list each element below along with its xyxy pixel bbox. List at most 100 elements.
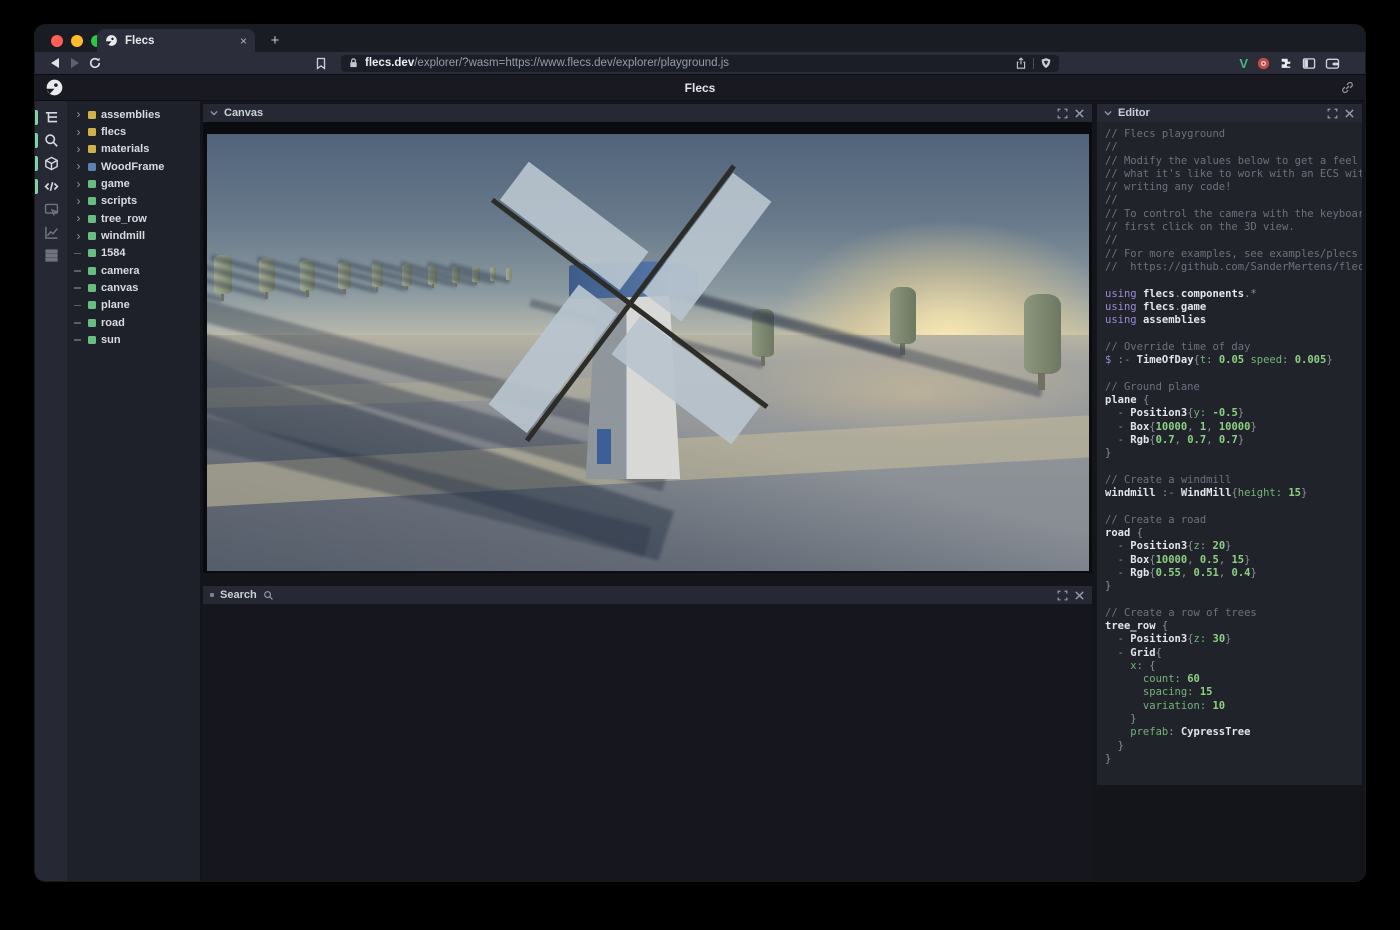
tree-item-label: scripts (101, 195, 137, 207)
tree-item[interactable]: ›assemblies (67, 106, 200, 123)
rail-entities-button[interactable] (35, 152, 67, 175)
wallet-icon (1325, 57, 1340, 70)
code-line: // what it's like to work with an ECS wi… (1105, 168, 1362, 181)
code-line: - Box{10000, 1, 10000} (1105, 421, 1362, 434)
bookmarks-button[interactable] (311, 54, 331, 72)
red-extension-icon[interactable] (1257, 57, 1270, 70)
code-line (1105, 593, 1362, 606)
expand-caret-icon[interactable]: › (74, 128, 83, 137)
code-line: - Position3{z: 30} (1105, 633, 1362, 646)
vue-devtools-icon[interactable]: V (1239, 56, 1248, 71)
code-line: // Flecs playground (1105, 128, 1362, 141)
sidebar-toggle-button[interactable] (1302, 57, 1316, 70)
entity-color-swatch (88, 197, 96, 205)
new-tab-button[interactable]: + (263, 29, 287, 52)
chevron-down-icon (210, 109, 218, 117)
search-results-area[interactable] (203, 604, 1092, 881)
code-line (1105, 500, 1362, 513)
rail-search-button[interactable] (35, 129, 67, 152)
rail-table-button[interactable] (35, 244, 67, 267)
expand-caret-icon[interactable]: › (74, 197, 83, 206)
entity-color-swatch (88, 301, 96, 309)
brave-shield-button[interactable] (1040, 57, 1052, 70)
search-panel-header[interactable]: Search (203, 586, 1092, 604)
tree-item[interactable]: › materials (67, 141, 200, 158)
code-line: } (1105, 447, 1362, 460)
tree-item[interactable]: camera (67, 262, 200, 279)
rail-tree-view-button[interactable] (35, 106, 67, 129)
code-line: // Modify the values below to get a feel… (1105, 155, 1362, 168)
code-line: } (1105, 713, 1362, 726)
tree-item[interactable]: ›windmill (67, 227, 200, 244)
expand-caret-icon[interactable]: › (74, 110, 83, 119)
wallet-button[interactable] (1325, 57, 1340, 70)
expand-caret-icon[interactable]: › (74, 232, 83, 241)
expand-caret-icon[interactable]: › (74, 180, 83, 189)
code-line: x: { (1105, 660, 1362, 673)
tree-item-label: materials (101, 143, 149, 155)
active-indicator (35, 133, 38, 148)
tree-item[interactable]: road (67, 314, 200, 331)
tree-item[interactable]: sun (67, 331, 200, 348)
canvas-panel-header[interactable]: Canvas (203, 104, 1092, 122)
back-button[interactable] (45, 54, 65, 72)
tree-item-label: flecs (101, 126, 126, 138)
window-minimize-button[interactable] (71, 35, 83, 47)
expand-caret-icon[interactable]: › (74, 145, 83, 154)
expand-caret-icon[interactable]: › (74, 214, 83, 223)
close-icon[interactable] (1344, 108, 1355, 119)
tree-item[interactable]: plane (67, 297, 200, 314)
app-header: Flecs (35, 75, 1365, 101)
tab-close-icon[interactable]: × (240, 34, 247, 48)
code-editor[interactable]: // Flecs playground//// Modify the value… (1097, 122, 1362, 785)
tree-item[interactable]: ›tree_row (67, 210, 200, 227)
3d-viewport[interactable] (207, 134, 1089, 571)
fullscreen-icon[interactable] (1327, 108, 1338, 119)
active-indicator (35, 110, 38, 125)
rail-statistics-button[interactable] (35, 221, 67, 244)
reload-button[interactable] (85, 54, 105, 72)
tree-item[interactable]: ›WoodFrame (67, 158, 200, 175)
tree-item[interactable]: ›game (67, 175, 200, 192)
code-line (1105, 274, 1362, 287)
window-close-button[interactable] (51, 35, 63, 47)
rail-canvas-button[interactable] (35, 198, 67, 221)
entity-color-swatch (88, 284, 96, 292)
tree-item-label: 1584 (101, 247, 125, 259)
search-panel-title: Search (220, 589, 257, 601)
tree-item[interactable]: 1584 (67, 245, 200, 262)
editor-panel-header[interactable]: Editor (1097, 104, 1362, 122)
leaf-dash-icon (74, 305, 81, 307)
expand-caret-icon[interactable]: › (74, 162, 83, 171)
code-line: count: 60 (1105, 673, 1362, 686)
canvas-panel: Canvas (203, 104, 1092, 573)
tree-item-label: sun (101, 334, 121, 346)
share-button[interactable] (1015, 57, 1027, 70)
code-line: - Rgb{0.7, 0.7, 0.7} (1105, 434, 1362, 447)
share-link-button[interactable] (1340, 80, 1355, 95)
fullscreen-icon[interactable] (1057, 590, 1068, 601)
code-line: windmill :- WindMill{height: 15} (1105, 487, 1362, 500)
url-domain: flecs.dev (365, 57, 414, 69)
search-panel: Search (203, 586, 1092, 880)
active-indicator (35, 156, 38, 171)
tree-item[interactable]: › scripts (67, 193, 200, 210)
entity-color-swatch (88, 215, 96, 223)
entity-color-swatch (88, 267, 96, 275)
tree-item[interactable]: › flecs (67, 123, 200, 140)
extensions-puzzle-button[interactable] (1279, 56, 1293, 70)
url-bar[interactable]: flecs.dev/explorer/?wasm=https://www.fle… (341, 55, 1059, 72)
rail-code-button[interactable] (35, 175, 67, 198)
forward-button[interactable] (65, 54, 85, 72)
tree-item[interactable]: canvas (67, 279, 200, 296)
leaf-dash-icon (74, 270, 81, 272)
close-icon[interactable] (1074, 108, 1085, 119)
code-line: plane { (1105, 394, 1362, 407)
close-icon[interactable] (1074, 590, 1085, 601)
tree-view-icon (44, 110, 59, 125)
canvas-window-icon (44, 202, 59, 217)
browser-tab[interactable]: Flecs × (97, 29, 255, 52)
fullscreen-icon[interactable] (1057, 108, 1068, 119)
code-line: - Box{10000, 0.5, 15} (1105, 554, 1362, 567)
brave-shield-icon (1040, 57, 1052, 70)
